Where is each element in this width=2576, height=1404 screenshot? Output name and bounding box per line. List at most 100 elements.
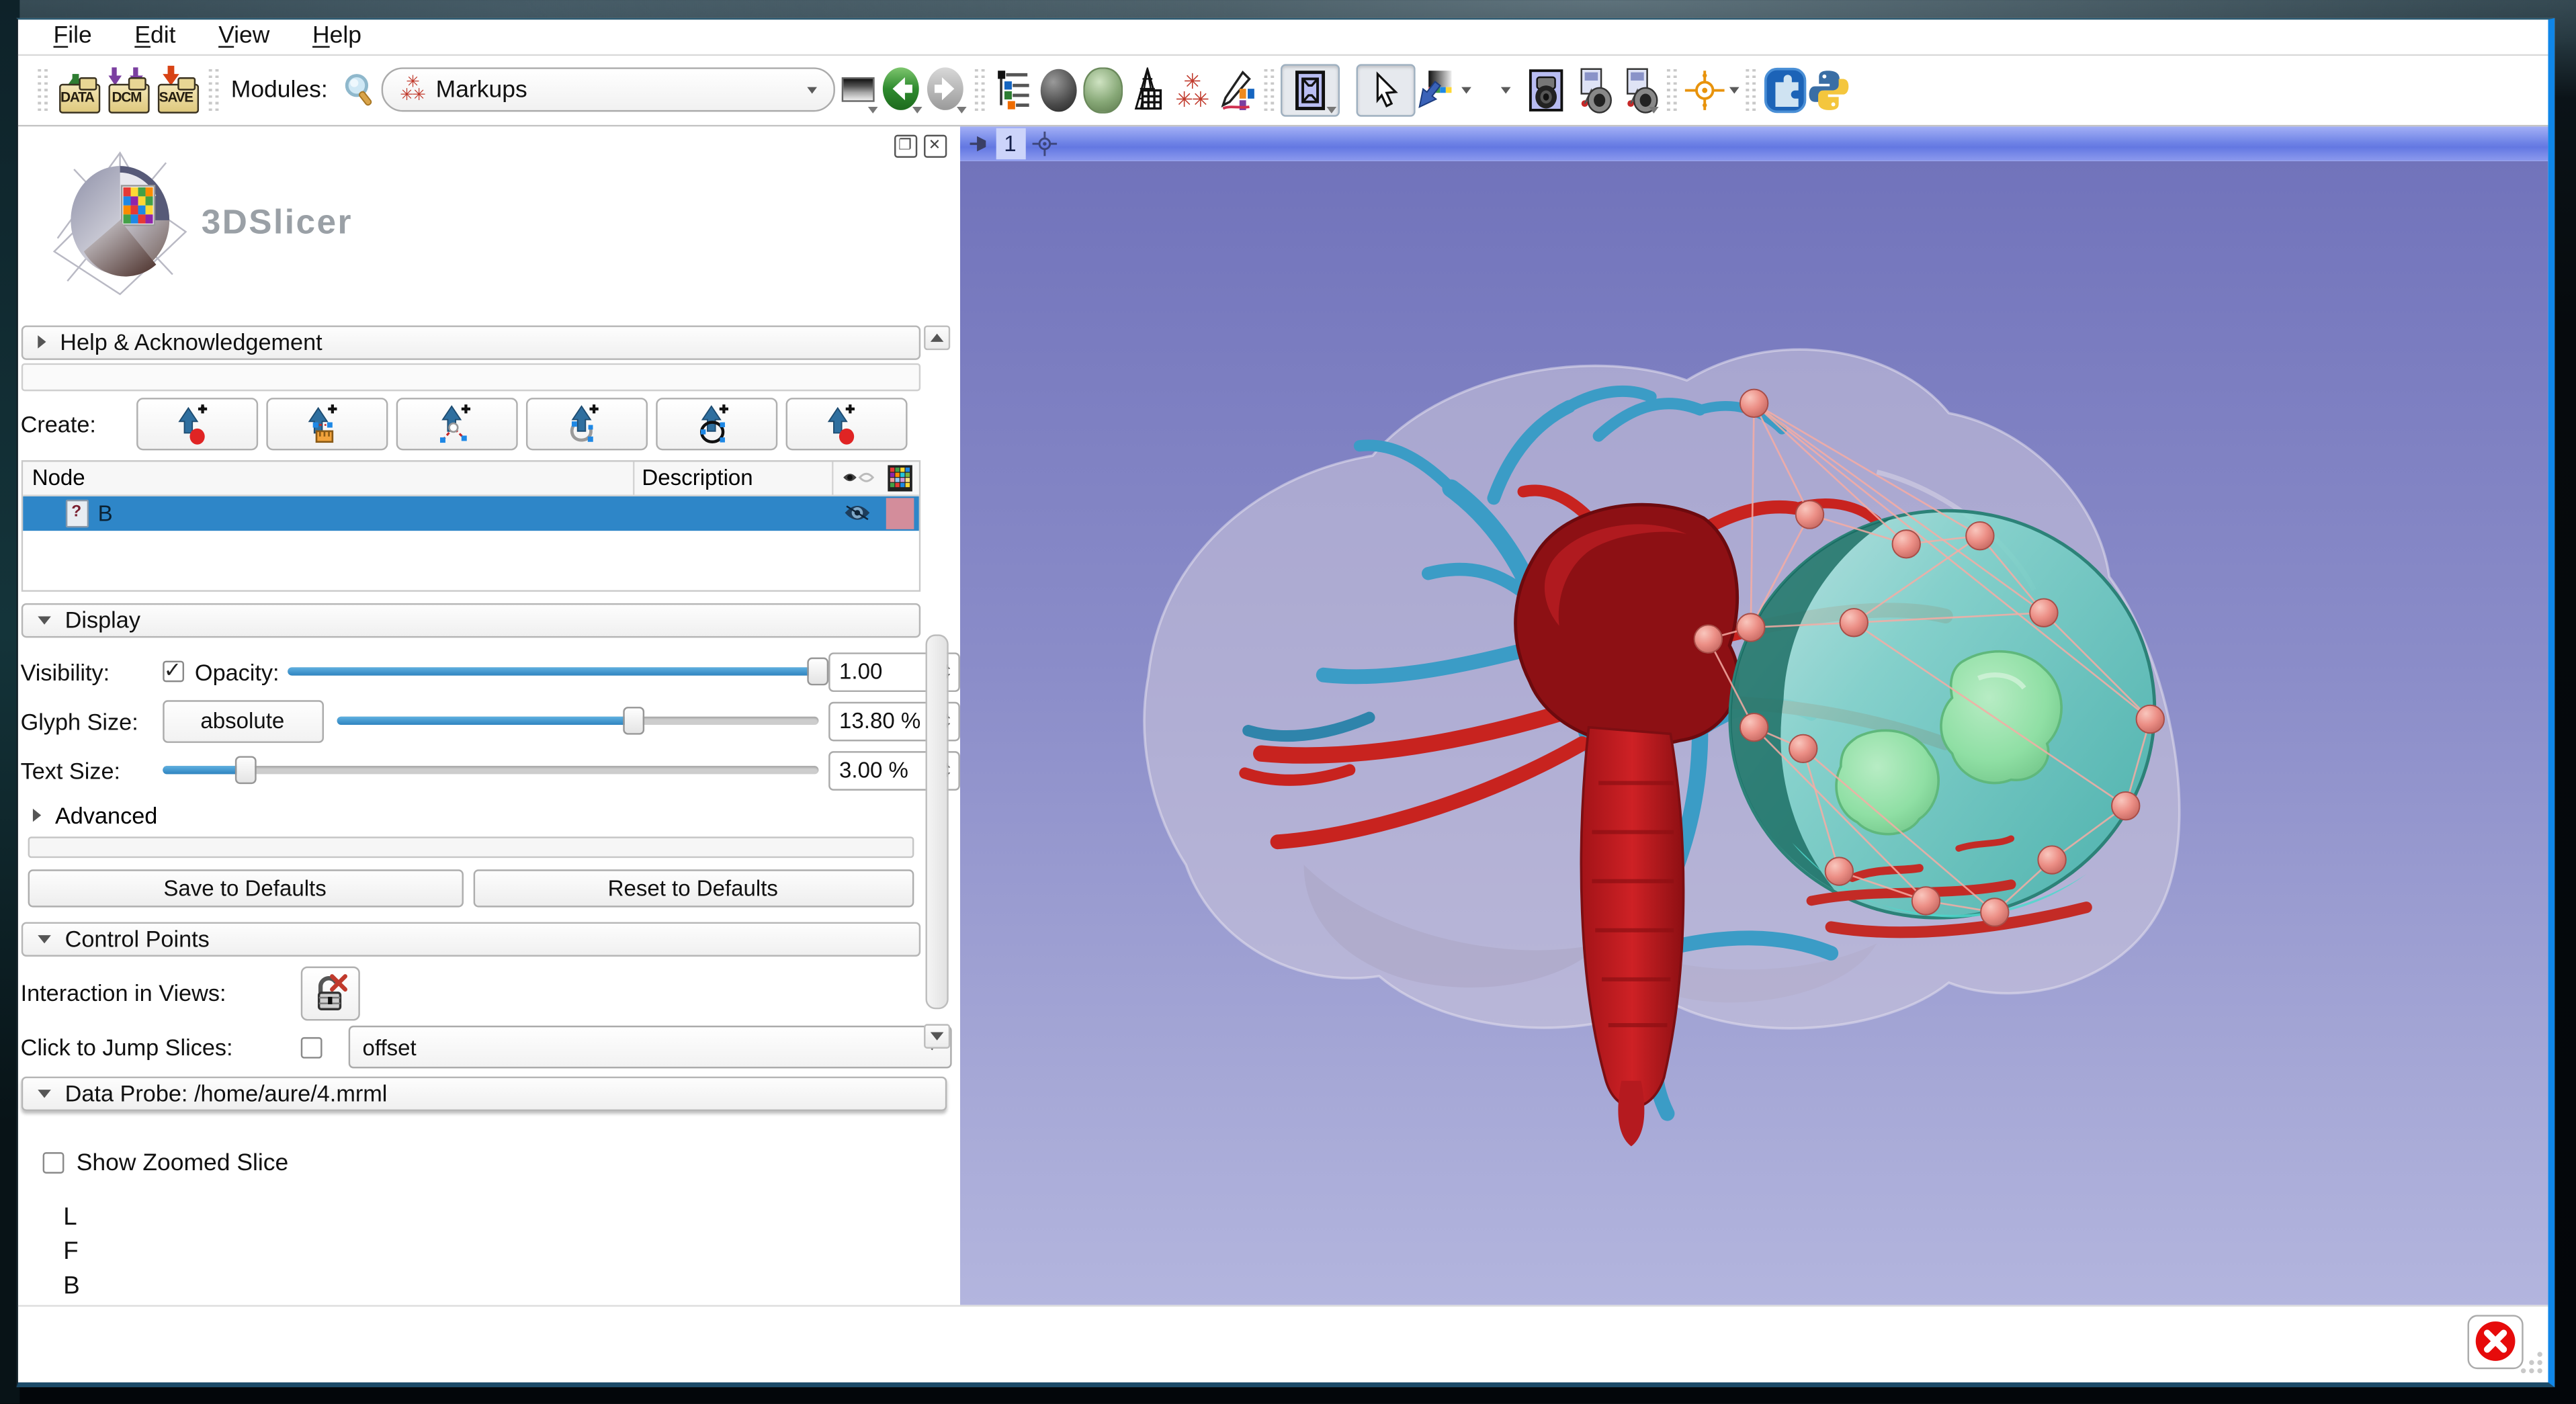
window-level-button[interactable] [1416,65,1471,114]
control-point-sphere[interactable] [1965,521,1993,549]
menu-edit[interactable]: Edit [134,23,175,49]
menu-help[interactable]: Help [312,23,361,49]
visibility-label: Visibility: [21,658,162,685]
node-color-swatch[interactable] [886,497,914,528]
annotations-button[interactable] [1214,65,1258,114]
screenshot-button[interactable] [1525,65,1569,114]
module-search-button[interactable] [337,65,382,114]
models-button[interactable] [1125,65,1169,114]
data-probe-section[interactable]: Data Probe: /home/aure/4.mrml [21,1076,946,1110]
view-tab-1[interactable]: 1 [995,128,1025,159]
chevron-down-icon [808,86,818,93]
markups-toolbar-button[interactable]: ✳✳✳ [1169,65,1213,114]
column-description[interactable]: Description [632,461,831,494]
module-forward-button[interactable] [925,65,969,114]
menu-view[interactable]: View [218,23,269,49]
module-panel-scrollbar[interactable] [923,324,949,1048]
volume-rendering-button[interactable] [1036,65,1080,114]
toolbar-drag-handle[interactable] [36,69,49,112]
error-log-button[interactable] [2466,1314,2522,1368]
module-selector-combobox[interactable]: ✳✳✳ Markups [382,67,835,112]
help-acknowledgement-section[interactable]: Help & Acknowledgement [21,324,920,359]
glyph-size-mode-combobox[interactable]: absolute [162,699,323,742]
module-back-button[interactable] [880,65,925,114]
text-size-slider[interactable] [162,752,818,788]
toolbar-drag-handle[interactable] [1263,69,1277,112]
create-point-button[interactable] [136,397,257,449]
scrollbar-thumb[interactable] [925,633,947,1008]
control-point-sphere[interactable] [2029,598,2057,625]
toolbar-drag-handle[interactable] [1666,69,1679,112]
node-table-empty-area[interactable] [22,530,918,589]
toolbar-overflow-chevron[interactable] [1502,86,1512,93]
node-color-cell[interactable] [882,496,918,530]
glyph-size-slider[interactable] [336,703,818,739]
menu-file[interactable]: File [54,23,92,49]
column-color[interactable] [882,461,918,494]
slider-handle[interactable] [236,756,257,784]
subject-hierarchy-button[interactable] [992,65,1036,114]
control-point-sphere[interactable] [1693,624,1721,652]
threed-viewport[interactable] [959,161,2548,1305]
control-point-sphere[interactable] [1891,529,1919,557]
control-point-sphere[interactable] [1980,897,2008,925]
display-section[interactable]: Display [21,603,920,637]
view-crosshair-icon[interactable] [1031,131,1056,156]
show-zoomed-slice-checkbox[interactable] [42,1152,63,1174]
resize-grip[interactable] [2516,1349,2544,1377]
crosshair-button[interactable] [1684,65,1740,114]
pin-icon[interactable] [968,132,989,154]
control-point-sphere[interactable] [1839,608,1866,635]
control-point-sphere[interactable] [2111,791,2139,819]
control-point-sphere[interactable] [1736,613,1764,640]
undock-panel-icon[interactable]: ❐ [894,134,916,157]
module-history-button[interactable] [836,65,880,114]
toolbar-drag-handle[interactable] [206,69,220,112]
control-point-sphere[interactable] [1824,857,1852,884]
toolbar-drag-handle[interactable] [974,69,987,112]
load-data-button[interactable]: DATA [54,65,103,114]
control-point-sphere[interactable] [1789,734,1816,761]
column-node[interactable]: Node [22,465,632,490]
jump-mode-combobox[interactable]: offset [347,1026,951,1069]
control-point-sphere[interactable] [1740,713,1767,740]
dicom-button[interactable]: DCM [103,65,152,114]
advanced-section[interactable]: Advanced [32,801,959,830]
scene-view-capture-button[interactable] [1569,65,1615,114]
column-visibility[interactable] [831,461,882,494]
node-visibility-toggle[interactable] [832,496,882,530]
control-point-sphere[interactable] [2135,705,2163,732]
scene-view-restore-button[interactable] [1615,65,1662,114]
create-angle-button[interactable] [395,397,517,449]
extensions-manager-button[interactable] [1763,65,1807,114]
create-plane-button[interactable] [785,397,906,449]
slider-handle[interactable] [624,707,645,735]
control-point-sphere[interactable] [1912,886,1939,914]
visibility-checkbox[interactable] [162,661,183,683]
click-to-jump-checkbox[interactable] [300,1037,322,1058]
segmentations-button[interactable] [1080,65,1125,114]
layout-selector-button[interactable] [1281,63,1340,116]
close-panel-icon[interactable]: ✕ [923,134,946,157]
text-size-label: Text Size: [21,757,162,783]
create-line-button[interactable] [265,397,387,449]
toolbar-drag-handle[interactable] [1745,69,1758,112]
reset-to-defaults-button[interactable]: Reset to Defaults [472,869,913,906]
opacity-slider[interactable] [287,654,818,690]
node-row-selected[interactable]: ? B [22,496,918,530]
control-point-sphere[interactable] [1795,500,1823,527]
scroll-up-button[interactable] [923,324,949,349]
interaction-lock-button[interactable] [300,965,359,1020]
control-points-section[interactable]: Control Points [21,921,920,955]
control-point-sphere[interactable] [1740,388,1767,416]
mouse-interaction-button[interactable] [1357,63,1416,116]
save-button[interactable]: SAVE [152,65,201,114]
python-console-button[interactable] [1807,65,1852,114]
scroll-down-button[interactable] [923,1023,949,1048]
node-description-cell[interactable] [636,496,833,530]
create-open-curve-button[interactable] [525,397,647,449]
create-closed-curve-button[interactable] [655,397,777,449]
slider-handle[interactable] [806,658,828,686]
save-to-defaults-button[interactable]: Save to Defaults [27,869,462,906]
control-point-sphere[interactable] [2037,845,2065,873]
